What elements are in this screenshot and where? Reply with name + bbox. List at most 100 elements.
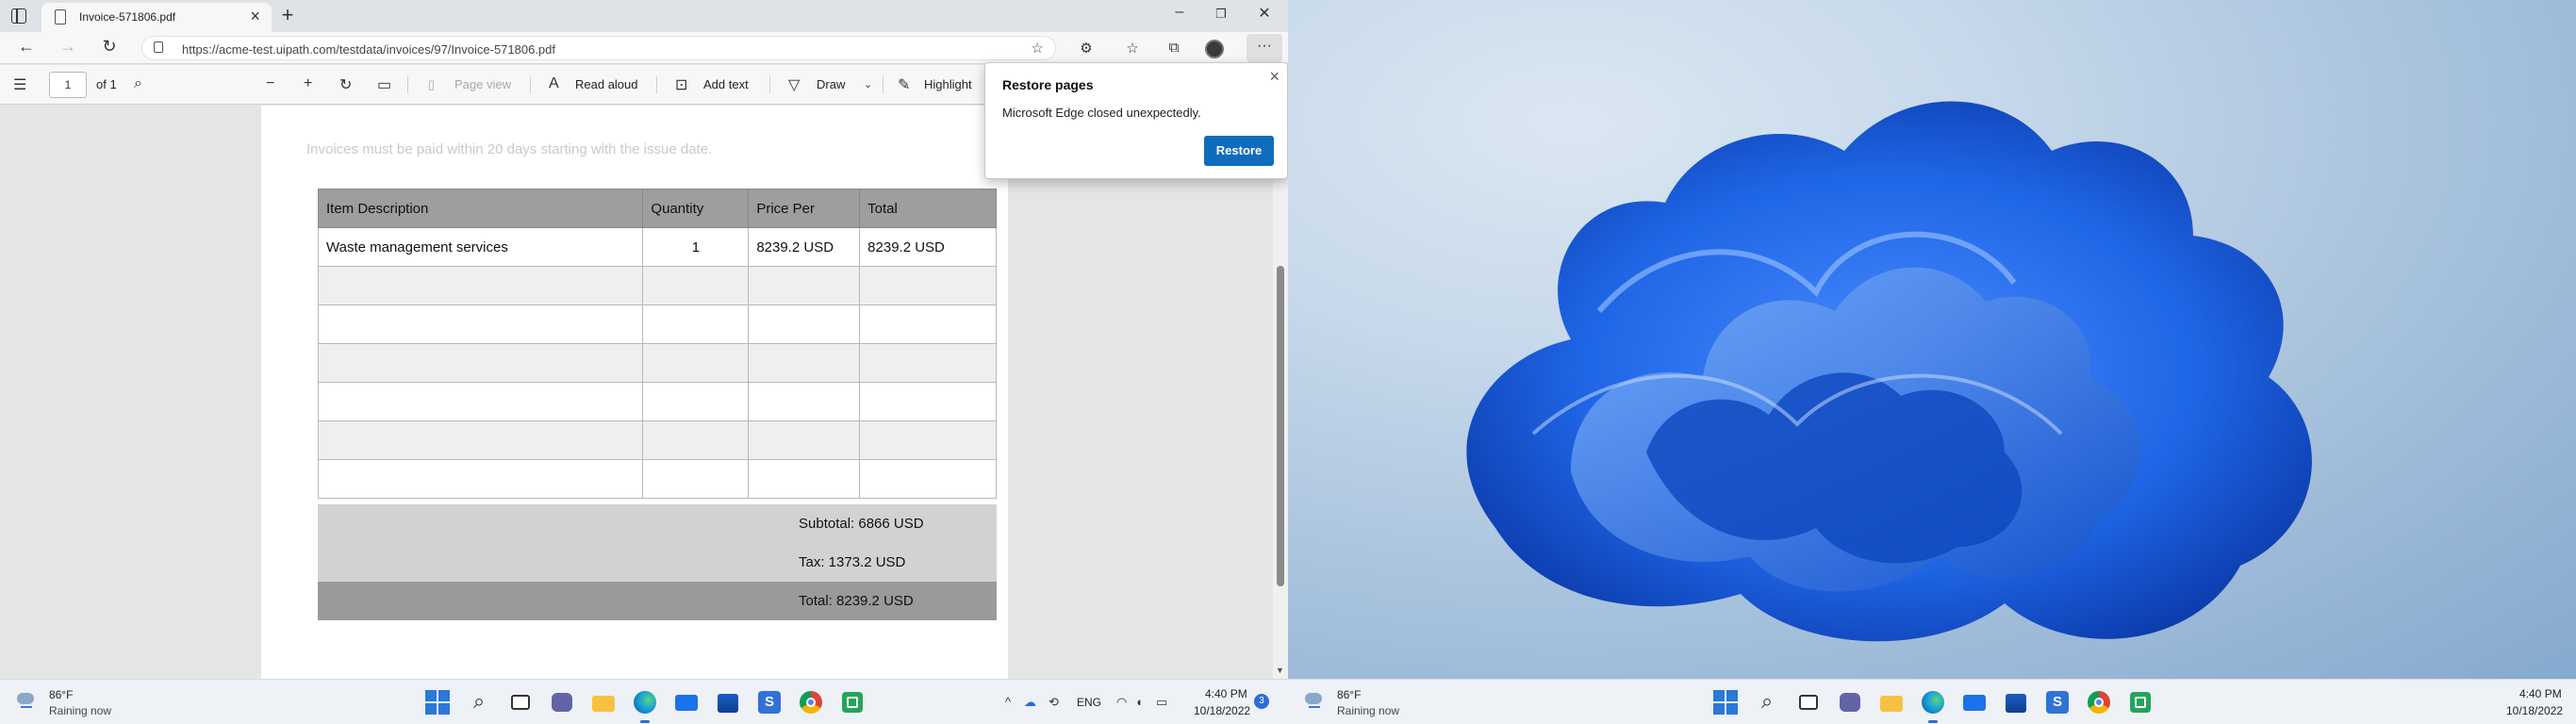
table-row xyxy=(317,382,997,421)
microsoft-store-icon[interactable] xyxy=(2003,689,2029,716)
cell-price xyxy=(748,459,861,499)
teams-chat-icon[interactable] xyxy=(1837,689,1863,716)
mail-icon[interactable] xyxy=(1961,689,1988,716)
cell-description xyxy=(317,459,644,499)
back-button[interactable]: ← xyxy=(15,37,38,57)
zoom-in-icon[interactable]: + xyxy=(304,75,312,92)
task-view-icon[interactable] xyxy=(1795,689,1822,716)
address-bar[interactable]: https://acme-test.uipath.com/testdata/in… xyxy=(141,36,1056,60)
clock-time[interactable]: 4:40 PM xyxy=(1205,687,1247,700)
read-aloud-button[interactable]: Read aloud xyxy=(575,77,638,91)
restore-button[interactable]: Restore xyxy=(1204,136,1274,166)
pdf-viewer[interactable]: Invoices must be paid within 20 days sta… xyxy=(0,106,1273,679)
cell-description xyxy=(317,420,644,460)
language-indicator[interactable]: ENG xyxy=(1077,696,1101,709)
subtotal-row: Subtotal: 6866 USD xyxy=(318,504,997,543)
tab-close-icon[interactable]: × xyxy=(250,7,260,26)
zoom-out-icon[interactable]: − xyxy=(266,75,274,92)
collections-icon[interactable]: ⧉ xyxy=(1164,40,1184,56)
extensions-icon[interactable]: ⚙ xyxy=(1076,40,1097,57)
cell-quantity xyxy=(642,420,750,460)
browser-tabstrip: Invoice-571806.pdf × + – ❐ ✕ xyxy=(0,0,1288,32)
clock-time[interactable]: 4:40 PM xyxy=(2519,687,2562,700)
chrome-icon[interactable] xyxy=(798,689,824,716)
page-view-button[interactable]: Page view xyxy=(454,77,511,91)
fit-page-icon[interactable]: ▭ xyxy=(377,75,391,94)
url-text[interactable]: https://acme-test.uipath.com/testdata/in… xyxy=(182,42,555,57)
microsoft-store-icon[interactable] xyxy=(715,689,741,716)
pdf-page: Invoices must be paid within 20 days sta… xyxy=(261,106,1008,679)
table-row xyxy=(317,266,997,305)
task-view-icon[interactable] xyxy=(507,689,534,716)
mail-icon[interactable] xyxy=(673,689,700,716)
clock-date[interactable]: 10/18/2022 xyxy=(1194,704,1250,717)
edge-browser-icon[interactable] xyxy=(632,689,658,723)
draw-dropdown-chevron-icon[interactable]: ⌄ xyxy=(864,78,872,90)
teams-chat-icon[interactable] xyxy=(549,689,575,716)
profile-avatar[interactable] xyxy=(1205,40,1224,58)
notification-badge[interactable]: 3 xyxy=(1254,694,1269,709)
file-explorer-icon[interactable] xyxy=(1878,689,1905,716)
cell-total: 8239.2 USD xyxy=(859,227,997,267)
taskbar: 86°F Raining now ⌕ S ^ ☁ ⟲ ENG ◠ ◖ ▭ 4:4… xyxy=(0,679,1288,724)
find-icon[interactable]: ⌕ xyxy=(134,75,142,92)
uipath-studio-icon[interactable]: S xyxy=(756,689,783,716)
refresh-button[interactable]: ↻ xyxy=(98,37,121,57)
rotate-icon[interactable]: ↻ xyxy=(339,75,352,94)
start-windows-icon[interactable] xyxy=(1712,689,1739,716)
weather-description[interactable]: Raining now xyxy=(1337,704,1399,717)
weather-rain-icon[interactable] xyxy=(15,691,38,710)
onedrive-cloud-icon[interactable]: ☁ xyxy=(1024,695,1036,710)
chrome-icon[interactable] xyxy=(2086,689,2112,716)
battery-icon[interactable]: ▭ xyxy=(1156,695,1167,710)
sync-icon[interactable]: ⟲ xyxy=(1049,695,1059,710)
file-explorer-icon[interactable] xyxy=(590,689,617,716)
table-row xyxy=(317,420,997,460)
taskbar: 86°F Raining now ⌕ S 4:40 PM 10/18/2022 xyxy=(1288,679,2576,724)
draw-button[interactable]: Draw xyxy=(817,77,845,91)
scroll-down-icon[interactable]: ▼ xyxy=(1276,666,1284,675)
show-hidden-icons-chevron-icon[interactable]: ^ xyxy=(1005,695,1011,709)
search-icon[interactable]: ⌕ xyxy=(466,689,492,716)
cell-description xyxy=(317,304,644,344)
pdf-scrollbar[interactable]: ▲ ▼ xyxy=(1273,106,1288,679)
highlight-button[interactable]: Highlight xyxy=(924,77,972,91)
tab-invoice[interactable]: Invoice-571806.pdf × xyxy=(41,3,272,32)
wifi-icon[interactable]: ◠ xyxy=(1116,695,1127,710)
add-text-button[interactable]: Add text xyxy=(703,77,749,91)
column-header: Item Description xyxy=(317,189,644,228)
toolbar-divider xyxy=(530,76,531,93)
cell-description: Waste management services xyxy=(317,227,644,267)
weather-description[interactable]: Raining now xyxy=(49,704,111,717)
weather-temperature[interactable]: 86°F xyxy=(1337,688,1361,701)
popup-close-icon[interactable]: × xyxy=(1269,67,1280,87)
forward-button[interactable]: → xyxy=(57,37,79,57)
cell-total xyxy=(859,266,997,305)
contents-list-icon[interactable]: ☰ xyxy=(13,75,26,94)
weather-temperature[interactable]: 86°F xyxy=(49,688,73,701)
search-icon[interactable]: ⌕ xyxy=(1754,689,1780,716)
scrollbar-thumb[interactable] xyxy=(1277,266,1284,586)
favorites-icon[interactable]: ☆ xyxy=(1122,40,1143,57)
start-windows-icon[interactable] xyxy=(424,689,451,716)
tab-actions-icon[interactable] xyxy=(11,8,26,24)
table-row xyxy=(317,343,997,383)
page-number-input[interactable]: 1 xyxy=(49,72,87,98)
lock-icon[interactable] xyxy=(154,41,163,53)
edge-browser-icon[interactable] xyxy=(1920,689,1946,723)
minimize-button[interactable]: – xyxy=(1165,4,1194,21)
uipath-studio-icon[interactable]: S xyxy=(2044,689,2071,716)
settings-more-button[interactable]: ··· xyxy=(1247,34,1282,62)
tab-title: Invoice-571806.pdf xyxy=(79,10,176,24)
add-favorite-icon[interactable]: ☆ xyxy=(1032,40,1044,57)
toolbar-divider xyxy=(769,76,770,93)
clock-date[interactable]: 10/18/2022 xyxy=(2506,704,2563,717)
close-window-button[interactable]: ✕ xyxy=(1250,4,1279,23)
new-tab-button[interactable]: + xyxy=(277,3,298,27)
restore-window-button[interactable]: ❐ xyxy=(1207,7,1235,22)
volume-icon[interactable]: ◖ xyxy=(1135,695,1143,709)
weather-rain-icon[interactable] xyxy=(1303,691,1326,710)
uipath-assistant-icon[interactable] xyxy=(2127,689,2154,716)
cell-total xyxy=(859,382,997,421)
uipath-assistant-icon[interactable] xyxy=(839,689,866,716)
